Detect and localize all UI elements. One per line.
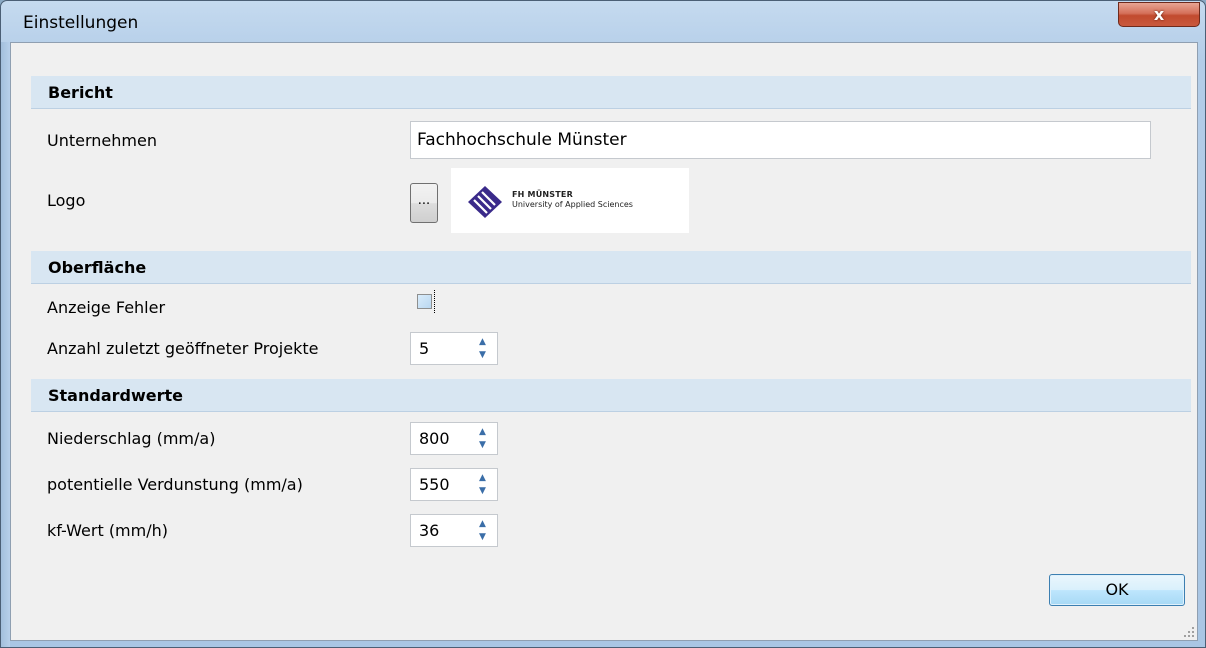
kf-wert-value[interactable]: 36 [419, 521, 439, 540]
niederschlag-value[interactable]: 800 [419, 429, 450, 448]
unternehmen-label: Unternehmen [47, 131, 157, 150]
section-title-oberflaeche: Oberfläche [48, 258, 147, 277]
verdunstung-spinner[interactable]: 550 ▲ ▼ [410, 468, 498, 501]
verdunstung-value[interactable]: 550 [419, 475, 450, 494]
section-header-oberflaeche: Oberfläche [31, 251, 1191, 284]
chevron-down-icon[interactable]: ▼ [479, 532, 486, 542]
anzahl-projekte-spinner[interactable]: 5 ▲ ▼ [410, 332, 498, 365]
resize-grip-icon[interactable] [1183, 626, 1195, 638]
chevron-up-icon[interactable]: ▲ [479, 519, 486, 529]
unternehmen-input[interactable] [410, 121, 1151, 159]
chevron-down-icon[interactable]: ▼ [479, 440, 486, 450]
niederschlag-spinner[interactable]: 800 ▲ ▼ [410, 422, 498, 455]
window-title: Einstellungen [23, 13, 139, 33]
close-button[interactable]: x [1118, 2, 1200, 27]
chevron-down-icon[interactable]: ▼ [479, 350, 486, 360]
dialog-content: Bericht Unternehmen Logo ... FH MÜNSTER … [10, 42, 1198, 641]
chevron-up-icon[interactable]: ▲ [479, 337, 486, 347]
chevron-up-icon[interactable]: ▲ [479, 427, 486, 437]
section-header-standardwerte: Standardwerte [31, 379, 1191, 412]
kf-wert-spinner[interactable]: 36 ▲ ▼ [410, 514, 498, 547]
anzahl-projekte-label: Anzahl zuletzt geöffneter Projekte [47, 339, 319, 358]
kf-wert-label: kf-Wert (mm/h) [47, 521, 168, 540]
section-title-standardwerte: Standardwerte [48, 386, 183, 405]
title-bar[interactable]: Einstellungen x [1, 1, 1205, 41]
chevron-up-icon[interactable]: ▲ [479, 473, 486, 483]
logo-text-name: FH MÜNSTER [512, 190, 573, 199]
anzeige-fehler-label: Anzeige Fehler [47, 298, 166, 317]
logo-browse-button[interactable]: ... [410, 183, 438, 223]
window-frame-left [1, 42, 10, 647]
fh-muenster-logo-icon [468, 186, 502, 218]
section-title-bericht: Bericht [48, 83, 113, 102]
anzahl-projekte-value[interactable]: 5 [419, 339, 429, 358]
niederschlag-label: Niederschlag (mm/a) [47, 429, 216, 448]
logo-text-subtitle: University of Applied Sciences [512, 200, 633, 209]
logo-label: Logo [47, 191, 86, 210]
anzeige-fehler-checkbox[interactable] [417, 294, 432, 309]
chevron-down-icon[interactable]: ▼ [479, 486, 486, 496]
section-header-bericht: Bericht [31, 76, 1191, 109]
verdunstung-label: potentielle Verdunstung (mm/a) [47, 475, 303, 494]
logo-preview: FH MÜNSTER University of Applied Science… [451, 168, 689, 233]
ok-button[interactable]: OK [1049, 574, 1185, 606]
settings-dialog: Einstellungen x Bericht Unternehmen Logo… [0, 0, 1206, 648]
close-icon: x [1153, 5, 1165, 24]
